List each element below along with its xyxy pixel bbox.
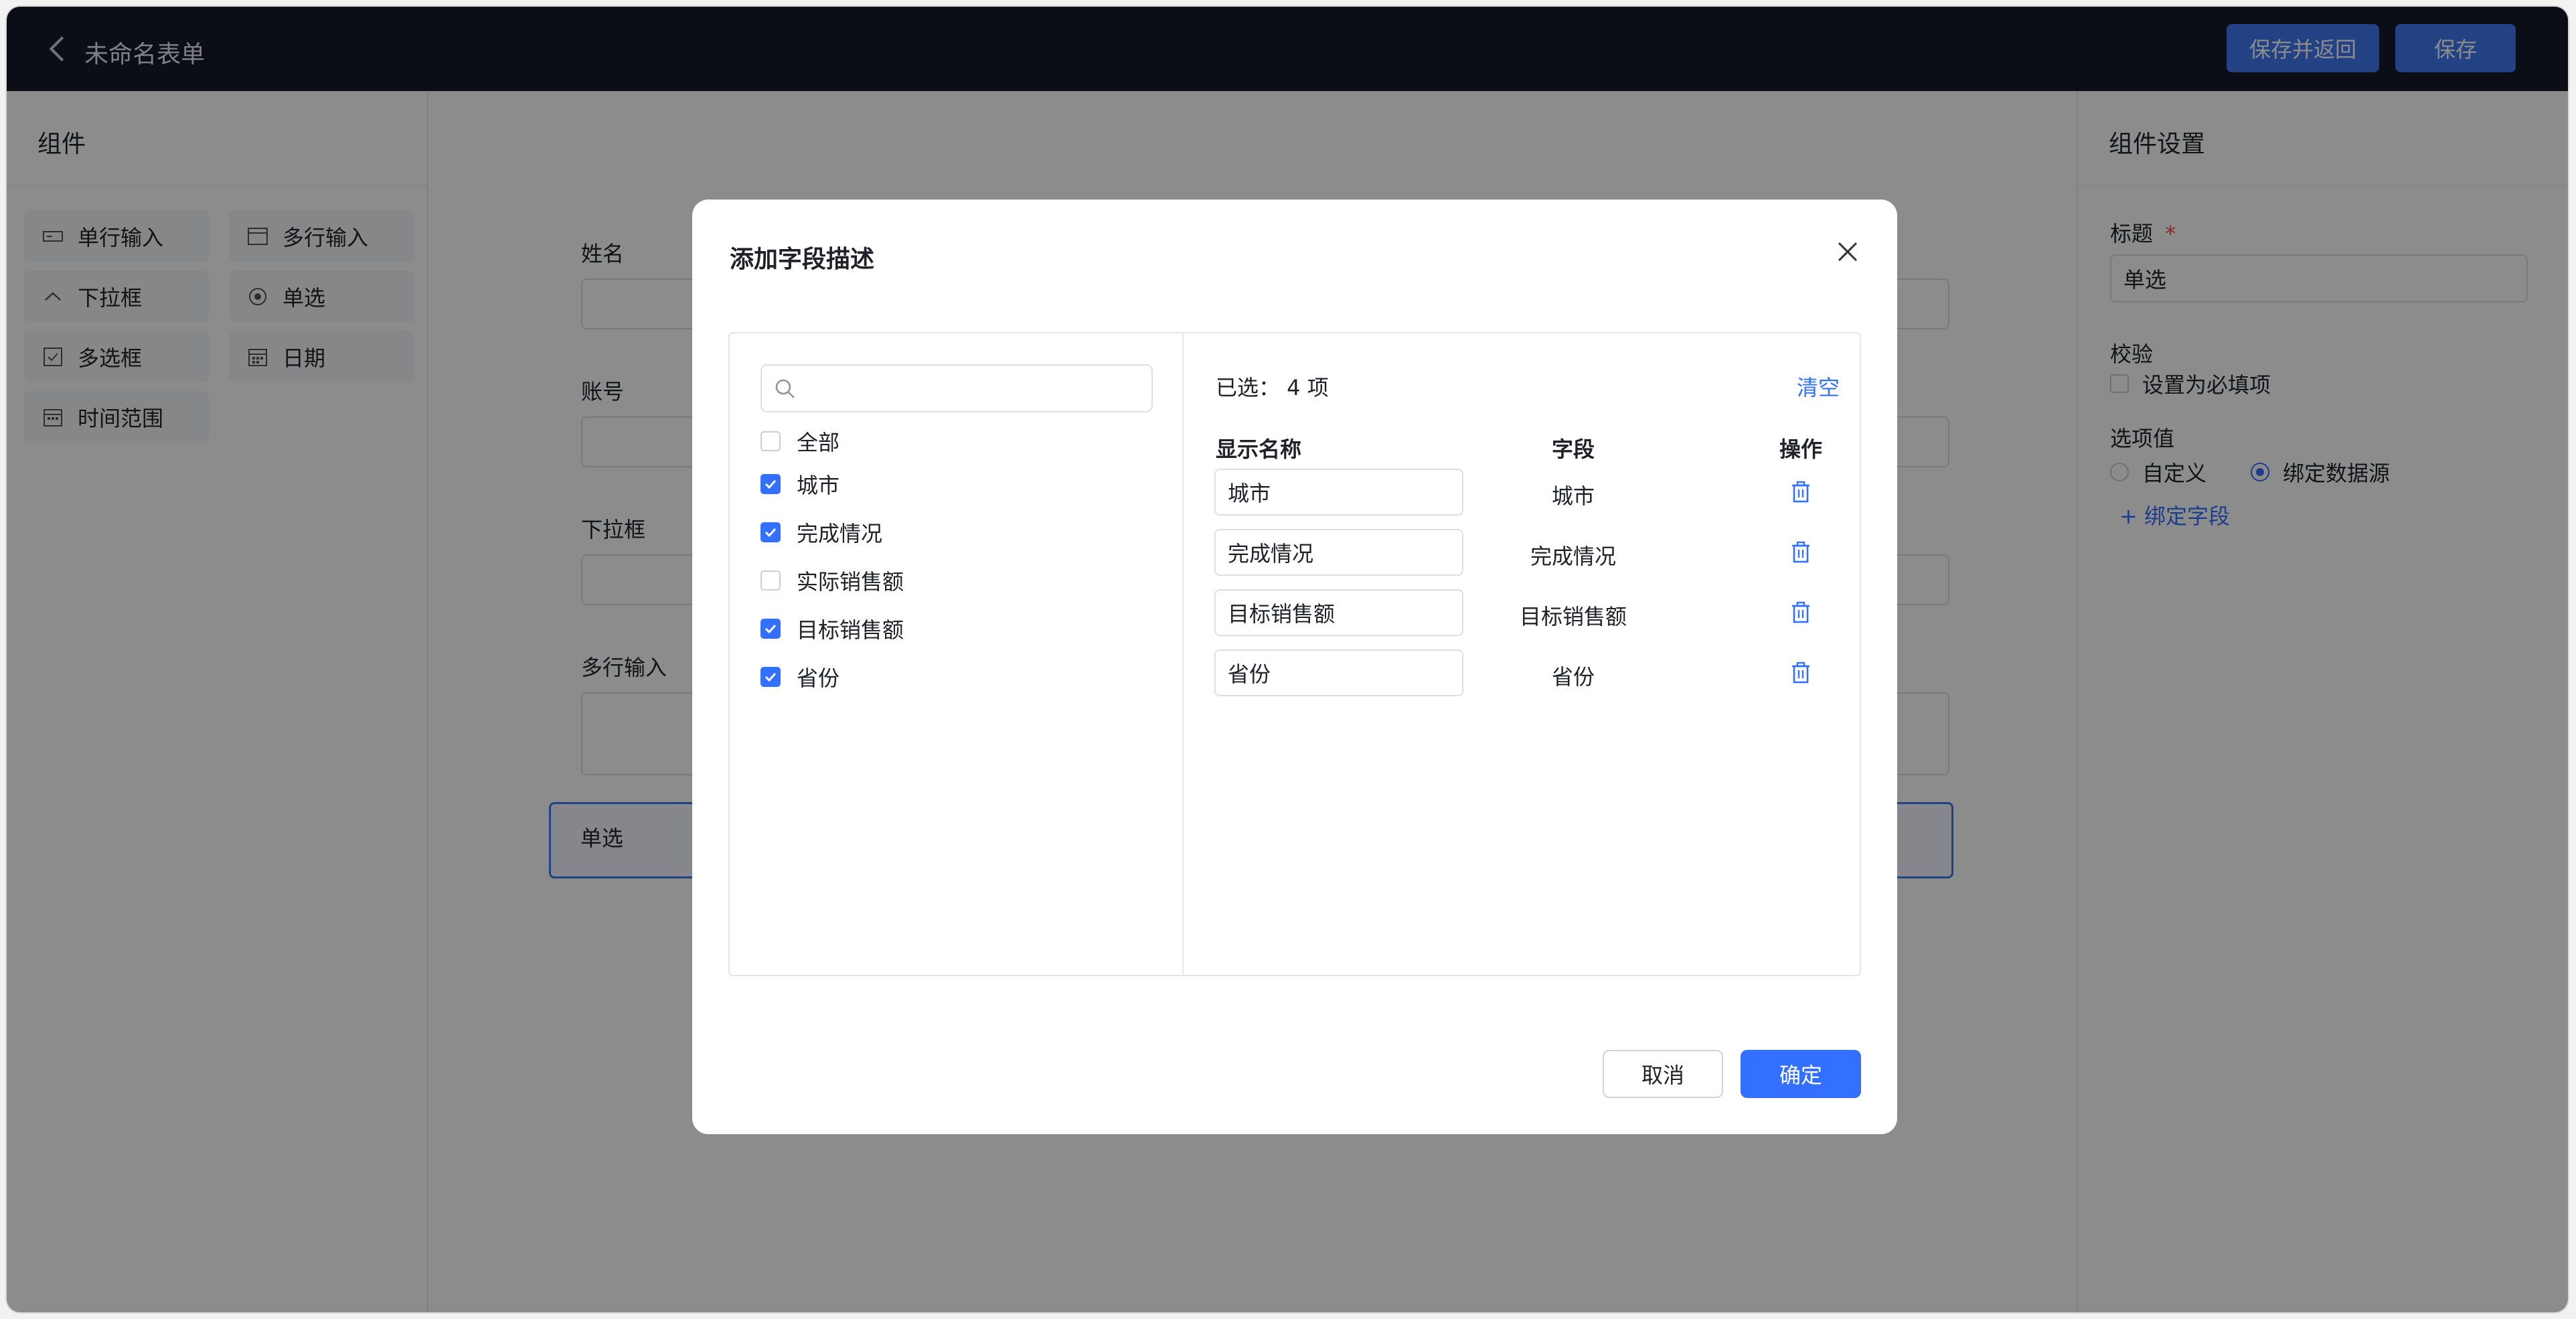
field-option-label: 城市 <box>797 473 840 498</box>
column-header-field: 字段 <box>1551 437 1595 462</box>
display-name-input[interactable]: 城市 <box>1214 469 1463 516</box>
delete-icon[interactable] <box>1790 662 1812 684</box>
delete-icon[interactable] <box>1790 601 1812 624</box>
close-icon[interactable] <box>1836 240 1860 264</box>
checkbox-checked[interactable] <box>760 474 781 494</box>
field-option-label: 目标销售额 <box>797 617 904 643</box>
delete-icon[interactable] <box>1790 541 1812 564</box>
field-option-label: 省份 <box>797 666 840 691</box>
field-option-row[interactable]: 完成情况 <box>760 516 882 549</box>
field-option-row[interactable]: 目标销售额 <box>760 612 904 645</box>
column-divider <box>1182 333 1184 975</box>
add-field-description-dialog: 添加字段描述 全部 城市 完成情况 实际销售额 目标销售额 省份 已选： 4 项… <box>692 200 1897 1134</box>
field-option-row[interactable]: 省份 <box>760 660 839 694</box>
app-window: 未命名表单 保存并返回 保存 组件 单行输入 多行输入 下拉框 单选 多选框 日… <box>7 7 2568 1312</box>
display-name-input[interactable]: 省份 <box>1214 649 1463 696</box>
clear-link[interactable]: 清空 <box>1797 371 1840 402</box>
dialog-title: 添加字段描述 <box>730 246 875 273</box>
search-input[interactable] <box>805 372 1142 406</box>
field-option-row[interactable]: 实际销售额 <box>760 564 904 597</box>
checkbox-checked[interactable] <box>760 522 781 542</box>
confirm-button[interactable]: 确定 <box>1741 1050 1861 1098</box>
display-name-input[interactable]: 完成情况 <box>1214 529 1463 576</box>
field-option-label: 完成情况 <box>797 521 883 546</box>
field-name-cell: 城市 <box>1551 483 1595 509</box>
checkbox-unchecked[interactable] <box>760 570 781 591</box>
column-header-display-name: 显示名称 <box>1216 437 1302 462</box>
field-search-box[interactable] <box>760 364 1153 412</box>
column-header-action: 操作 <box>1779 437 1822 462</box>
field-option-label: 实际销售额 <box>797 569 904 595</box>
selected-count: 已选： 4 项 <box>1216 375 1329 400</box>
display-name-value: 省份 <box>1228 662 1271 687</box>
display-name-value: 目标销售额 <box>1228 601 1336 627</box>
field-option-row[interactable]: 城市 <box>760 467 839 501</box>
checkbox-checked[interactable] <box>760 667 781 687</box>
dialog-body: 全部 城市 完成情况 实际销售额 目标销售额 省份 已选： 4 项 清空 显示名… <box>728 332 1861 976</box>
display-name-input[interactable]: 目标销售额 <box>1214 589 1463 636</box>
cancel-button[interactable]: 取消 <box>1603 1050 1723 1098</box>
display-name-value: 城市 <box>1228 481 1271 506</box>
field-name-cell: 省份 <box>1551 664 1595 690</box>
checkbox-all-row[interactable]: 全部 <box>760 424 839 458</box>
checkbox-all-label: 全部 <box>797 430 840 455</box>
display-name-value: 完成情况 <box>1228 541 1314 566</box>
checkbox-checked[interactable] <box>760 619 781 639</box>
delete-icon[interactable] <box>1790 481 1812 503</box>
field-name-cell: 目标销售额 <box>1519 604 1627 629</box>
checkbox-all[interactable] <box>760 431 781 451</box>
field-name-cell: 完成情况 <box>1530 544 1616 569</box>
search-icon <box>775 379 795 398</box>
